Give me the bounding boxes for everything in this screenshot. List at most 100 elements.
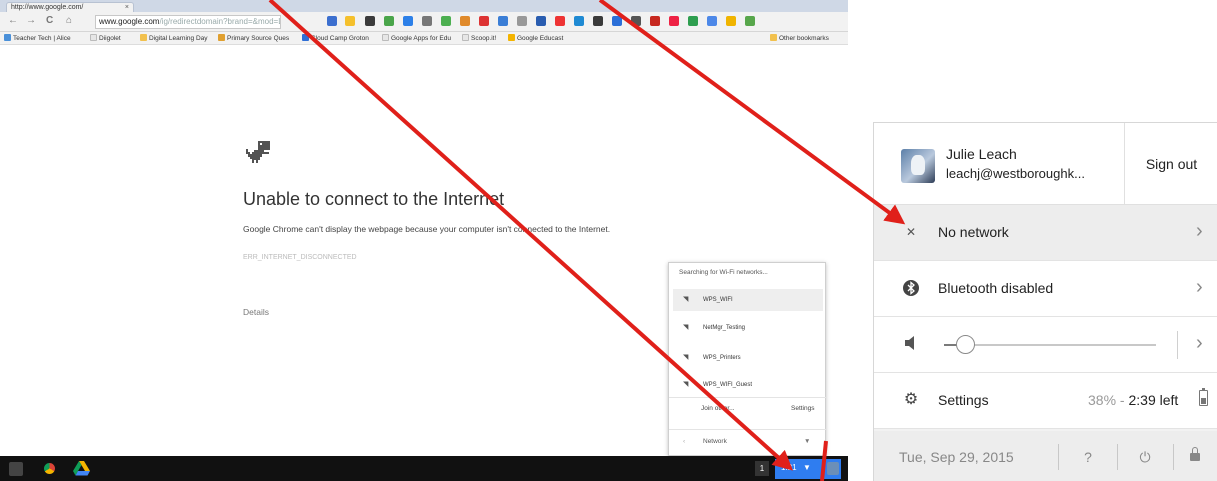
tab-strip: http://www.google.com/ × [0, 0, 848, 12]
chrome-icon[interactable] [41, 460, 58, 477]
reload-button[interactable]: C [46, 16, 53, 26]
extension-icon[interactable] [669, 16, 679, 26]
divider [1117, 444, 1118, 470]
extension-icon[interactable] [688, 16, 698, 26]
network-settings-button[interactable]: Settings [791, 405, 815, 412]
extension-icon[interactable] [707, 16, 717, 26]
extension-icon[interactable] [726, 16, 736, 26]
folder-icon [140, 34, 147, 41]
settings-row[interactable]: ⚙ Settings 38% - 2:39 left [874, 373, 1217, 429]
extension-icon[interactable] [460, 16, 470, 26]
shelf [0, 456, 848, 481]
join-other-button[interactable]: Join other... [701, 405, 735, 412]
extension-icon[interactable] [650, 16, 660, 26]
bookmark-label: Google Educast [517, 35, 564, 42]
bluetooth-icon-graphic [903, 280, 919, 296]
extension-icon[interactable] [479, 16, 489, 26]
bookmark-icon [218, 34, 225, 41]
power-icon[interactable]: ⏻ [1135, 447, 1155, 467]
status-area[interactable]: 1:21 ▼ [775, 459, 841, 479]
avatar [827, 462, 839, 475]
details-button[interactable]: Details [243, 307, 269, 317]
bookmark-item[interactable]: Other bookmarks [770, 34, 829, 43]
volume-slider[interactable] [944, 335, 1156, 354]
help-icon[interactable]: ? [1078, 447, 1098, 467]
bookmark-icon [302, 34, 309, 41]
extension-icon[interactable] [365, 16, 375, 26]
chevron-left-icon: ‹ [683, 438, 686, 445]
network-item[interactable]: ◥ WPS_WIFI_Guest [673, 377, 823, 393]
volume-slider-handle[interactable] [956, 335, 976, 354]
address-bar[interactable]: www.google.com/ig/redirectdomain?brand=&… [95, 15, 281, 29]
wifi-icon: ◥ [683, 296, 689, 303]
bookmark-label: Teacher Tech | Alice [13, 35, 71, 42]
extension-icon[interactable] [536, 16, 546, 26]
extension-icon[interactable] [631, 16, 641, 26]
network-item[interactable]: ◥ NetMgr_Testing [673, 317, 823, 339]
bookmark-item[interactable]: Digital Learning Day [140, 34, 208, 43]
bookmark-item[interactable]: Cloud Camp Groton [302, 34, 369, 43]
divider [1173, 444, 1174, 470]
network-back-label: Network [703, 438, 727, 445]
network-item[interactable]: ◥ WPS_WIFI [673, 289, 823, 311]
page-icon [382, 34, 389, 41]
bookmark-item[interactable]: Scoop.it! [462, 34, 496, 43]
star-icon[interactable] [345, 16, 355, 26]
extension-icon[interactable] [384, 16, 394, 26]
network-name: WPS_WIFI_Guest [703, 382, 753, 388]
lock-icon[interactable] [1190, 447, 1200, 461]
launcher-icon[interactable] [9, 462, 23, 476]
bookmark-item[interactable]: Primary Source Ques [218, 34, 289, 43]
network-search-status: Searching for Wi-Fi networks... [679, 269, 768, 276]
network-item[interactable]: ◥ WPS_Printers [673, 347, 823, 369]
battery-percent: 38% [1088, 392, 1117, 408]
wifi-icon: ◥ [683, 381, 689, 388]
extension-icon[interactable] [612, 16, 622, 26]
extension-icon[interactable] [327, 16, 337, 26]
home-button[interactable]: ⌂ [66, 16, 72, 26]
clock: 1:21 [781, 463, 797, 472]
extension-icon[interactable] [745, 16, 755, 26]
date-label[interactable]: Tue, Sep 29, 2015 [899, 449, 1014, 465]
user-name: Julie Leach [946, 146, 1017, 162]
browser-tab[interactable]: http://www.google.com/ × [6, 2, 134, 12]
extension-icon[interactable] [517, 16, 527, 26]
bookmark-item[interactable]: Teacher Tech | Alice [4, 34, 71, 43]
chevron-right-icon[interactable]: › [1196, 333, 1203, 353]
extension-icon[interactable] [403, 16, 413, 26]
battery-icon [1199, 388, 1208, 406]
bookmark-item[interactable]: Diigolet [90, 34, 121, 43]
chevron-right-icon: › [1196, 276, 1203, 298]
chrome-browser-window: http://www.google.com/ × ← → C ⌂ www.goo… [0, 0, 848, 481]
back-button[interactable]: ← [8, 16, 18, 26]
bluetooth-row[interactable]: Bluetooth disabled › [874, 261, 1217, 317]
sign-out-button[interactable]: Sign out [1124, 123, 1217, 205]
bookmark-item[interactable]: Google Educast [508, 34, 563, 43]
bookmark-label: Primary Source Ques [227, 35, 290, 42]
forward-button[interactable]: → [26, 16, 36, 26]
battery-status: 38% - 2:39 left [1088, 392, 1178, 408]
drive-icon[interactable] [73, 460, 90, 477]
folder-icon [770, 34, 777, 41]
extension-icon[interactable] [441, 16, 451, 26]
battery-time-left: 2:39 left [1128, 392, 1179, 408]
network-back-row[interactable]: ‹ Network ▼ [669, 429, 827, 456]
bookmark-item[interactable]: Google Apps for Edu [382, 34, 451, 43]
settings-label: Settings [938, 392, 989, 408]
chevron-right-icon: › [1196, 220, 1203, 242]
avatar [901, 149, 935, 183]
network-row[interactable]: ✕ No network › [874, 205, 1217, 261]
extension-icon[interactable] [422, 16, 432, 26]
notification-count[interactable]: 1 [755, 461, 769, 476]
divider [1058, 444, 1059, 470]
extension-icon[interactable] [574, 16, 584, 26]
bluetooth-label: Bluetooth disabled [938, 280, 1054, 296]
network-name: WPS_Printers [703, 355, 741, 361]
error-code: ERR_INTERNET_DISCONNECTED [243, 254, 357, 261]
extension-icon[interactable] [593, 16, 603, 26]
extension-icon[interactable] [555, 16, 565, 26]
extension-icon[interactable] [498, 16, 508, 26]
page-icon [90, 34, 97, 41]
close-icon[interactable]: × [125, 3, 129, 12]
speaker-icon[interactable] [902, 335, 920, 353]
